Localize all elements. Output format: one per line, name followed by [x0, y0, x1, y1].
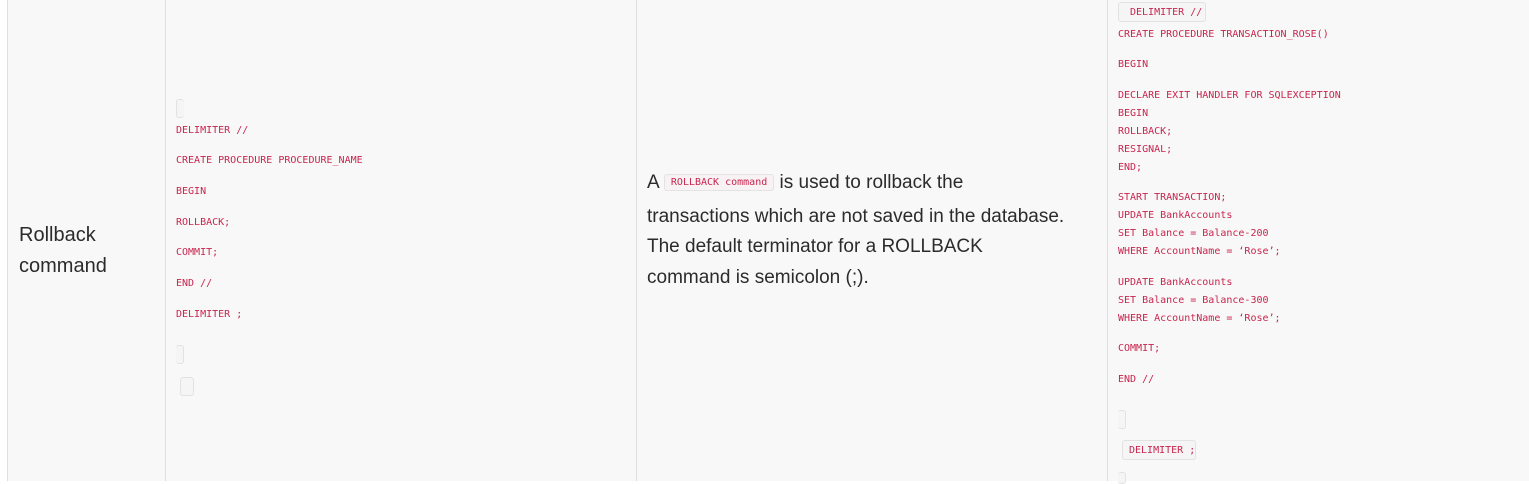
example-line: ROLLBACK; — [1118, 126, 1173, 137]
inline-code: ROLLBACK command — [663, 174, 775, 191]
example-cell: DELIMITER // CREATE PROCEDURE TRANSACTIO… — [1108, 0, 1529, 484]
description-cell: A ROLLBACK command is used to rollback t… — [637, 0, 1108, 481]
example-bottom-delimiter: DELIMITER ; — [1129, 445, 1196, 456]
example-line: SET Balance = Balance-200 — [1118, 228, 1269, 239]
example-line: CREATE PROCEDURE TRANSACTION_ROSE() — [1118, 29, 1329, 40]
syntax-line: END // — [176, 278, 213, 289]
example-line: COMMIT; — [1118, 343, 1161, 354]
example-line: END // — [1118, 374, 1155, 385]
syntax-line: DELIMITER // — [176, 125, 249, 136]
example-line: SET Balance = Balance-300 — [1118, 295, 1269, 306]
example-line: DECLARE EXIT HANDLER FOR SQLEXCEPTION — [1118, 90, 1341, 101]
description-text: A ROLLBACK command is used to rollback t… — [647, 168, 1067, 293]
command-name-cell: Rollback command — [8, 0, 166, 481]
syntax-line: BEGIN — [176, 186, 207, 197]
example-line: WHERE AccountName = ‘Rose’; — [1118, 246, 1281, 257]
code-block-edge — [176, 345, 184, 364]
command-name: Rollback command — [19, 224, 107, 277]
code-block-edge — [1118, 410, 1126, 429]
example-line: BEGIN — [1118, 108, 1149, 119]
syntax-cell: DELIMITER // CREATE PROCEDURE PROCEDURE_… — [166, 0, 637, 481]
example-top-delimiter: DELIMITER // — [1130, 7, 1203, 18]
code-chip: DELIMITER // — [1118, 2, 1206, 22]
syntax-line: ROLLBACK; — [176, 217, 231, 228]
code-block-edge — [1118, 472, 1126, 484]
table-row: Rollback command DELIMITER // CREATE PRO… — [7, 0, 1529, 484]
example-line: END; — [1118, 162, 1143, 173]
example-line: WHERE AccountName = ‘Rose’; — [1118, 313, 1281, 324]
description-line-2: The default terminator for a ROLLBACK co… — [647, 236, 983, 288]
example-line: UPDATE BankAccounts — [1118, 277, 1233, 288]
example-line: BEGIN — [1118, 59, 1149, 70]
syntax-line: COMMIT; — [176, 247, 219, 258]
code-chip: DELIMITER ; — [1122, 440, 1196, 460]
syntax-line: DELIMITER ; — [176, 309, 243, 320]
example-line: RESIGNAL; — [1118, 144, 1173, 155]
code-block-edge — [176, 99, 184, 118]
description-prefix: A — [647, 172, 659, 193]
empty-code-chip — [180, 377, 194, 396]
example-line: UPDATE BankAccounts — [1118, 210, 1233, 221]
example-line: START TRANSACTION; — [1118, 192, 1227, 203]
syntax-line: CREATE PROCEDURE PROCEDURE_NAME — [176, 155, 363, 166]
